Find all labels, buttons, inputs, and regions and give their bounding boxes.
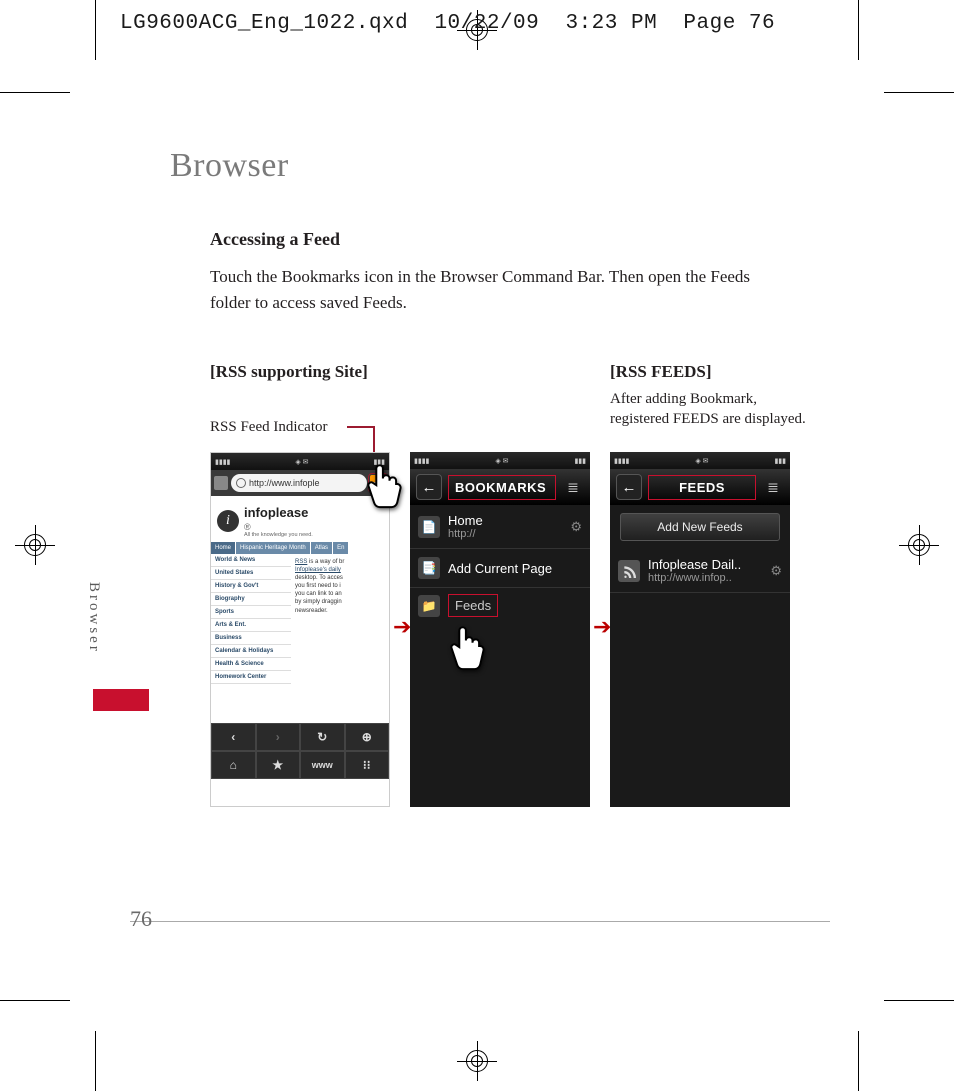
nav-item[interactable]: World & News: [211, 554, 291, 567]
reload-button[interactable]: ↻: [300, 723, 345, 751]
gear-icon[interactable]: ⚙: [770, 563, 782, 579]
arrow-icon: ➔: [393, 614, 411, 640]
rss-feed-indicator-icon[interactable]: [370, 475, 386, 491]
crop-mark: [858, 0, 859, 60]
page-icon: 📄: [418, 516, 440, 538]
site-tab[interactable]: Atlas: [311, 542, 333, 554]
bookmarks-header: ← BOOKMARKS ≣: [410, 469, 590, 505]
status-bar: ▮▮▮▮◈ ✉▮▮▮: [610, 452, 790, 469]
url-text: http://www.infople: [249, 478, 320, 488]
list-view-icon[interactable]: ≣: [562, 476, 584, 498]
home-button[interactable]: ⌂: [211, 751, 256, 779]
nav-item[interactable]: Sports: [211, 606, 291, 619]
list-view-icon[interactable]: ≣: [762, 476, 784, 498]
arrow-icon: ➔: [593, 614, 611, 640]
webpage-body: i infoplease® All the knowledge you need…: [211, 496, 389, 779]
feed-title: Infoplease Dail..: [648, 557, 762, 572]
crop-mark: [95, 0, 96, 60]
www-button[interactable]: www: [300, 751, 345, 779]
bookmarks-button[interactable]: ★: [256, 751, 301, 779]
status-bar: ▮▮▮▮◈ ✉▮▮▮: [211, 453, 389, 470]
page-title: Browser: [170, 147, 289, 185]
back-button[interactable]: ←: [616, 474, 642, 500]
back-button[interactable]: ←: [416, 474, 442, 500]
feeds-label: Feeds: [448, 594, 498, 617]
add-current-page-item[interactable]: 📑 Add Current Page: [410, 549, 590, 588]
status-bar: ▮▮▮▮◈ ✉▮▮▮: [410, 452, 590, 469]
phone-screenshot-browser: ▮▮▮▮◈ ✉▮▮▮ http://www.infople i infoplea…: [210, 452, 390, 807]
bookmark-title: Home: [448, 513, 562, 528]
zoom-button[interactable]: ⊕: [345, 723, 390, 751]
registration-mark-right: [899, 525, 939, 565]
site-tab[interactable]: Home: [211, 542, 236, 554]
infoplease-logo-icon: i: [217, 510, 239, 532]
side-tab-marker: [93, 689, 149, 711]
folder-icon: 📁: [418, 595, 440, 617]
nav-item[interactable]: Arts & Ent.: [211, 619, 291, 632]
site-tabs[interactable]: Home Hispanic Heritage Month Atlas En: [211, 542, 389, 554]
bookmarks-title: BOOKMARKS: [448, 475, 556, 500]
browser-command-bar: ‹ › ↻ ⊕ ⌂ ★ www ⁝⁝: [211, 723, 389, 779]
item-label: Add Current Page: [448, 561, 582, 576]
imposition-header: LG9600ACG_Eng_1022.qxd 10/22/09 3:23 PM …: [120, 12, 775, 35]
add-new-feeds-button[interactable]: Add New Feeds: [620, 513, 780, 541]
crop-mark: [95, 1031, 96, 1091]
article-text: RSS is a way of br Infoplease's daily de…: [291, 554, 389, 684]
registration-mark-bottom: [457, 1041, 497, 1081]
page-footer-rule: 76: [130, 921, 830, 922]
infoplease-logo-text: infoplease® All the knowledge you need.: [244, 504, 313, 538]
bookmark-url: http://: [448, 528, 562, 540]
callout-line: [347, 426, 374, 428]
site-nav: World & News United States History & Gov…: [211, 554, 291, 684]
feeds-title: FEEDS: [648, 475, 756, 500]
nav-item[interactable]: Biography: [211, 593, 291, 606]
tabs-icon[interactable]: [214, 476, 228, 490]
nav-item[interactable]: History & Gov't: [211, 580, 291, 593]
page-number: 76: [130, 906, 152, 932]
figure-label-left: [RSS supporting Site]: [210, 362, 368, 382]
side-tab-label: Browser: [85, 582, 102, 654]
crop-mark: [858, 1031, 859, 1091]
body-text: Touch the Bookmarks icon in the Browser …: [210, 264, 790, 317]
site-tab[interactable]: En: [333, 542, 349, 554]
browser-url-bar: http://www.infople: [211, 470, 389, 496]
section-title: Accessing a Feed: [210, 229, 340, 250]
figure-caption-right: After adding Bookmark, registered FEEDS …: [610, 389, 810, 430]
more-button[interactable]: ⁝⁝: [345, 751, 390, 779]
feeds-header: ← FEEDS ≣: [610, 469, 790, 505]
phone-screenshot-feeds: ▮▮▮▮◈ ✉▮▮▮ ← FEEDS ≣ Add New Feeds Infop…: [610, 452, 790, 807]
phone-screenshot-bookmarks: ▮▮▮▮◈ ✉▮▮▮ ← BOOKMARKS ≣ 📄 Home http:// …: [410, 452, 590, 807]
rss-link[interactable]: RSS: [295, 559, 307, 565]
nav-item[interactable]: Calendar & Holidays: [211, 645, 291, 658]
nav-item[interactable]: Homework Center: [211, 671, 291, 684]
registration-mark-left: [15, 525, 55, 565]
globe-icon: [236, 478, 246, 488]
figure-label-right: [RSS FEEDS]: [610, 362, 712, 382]
url-field[interactable]: http://www.infople: [231, 474, 367, 492]
nav-item[interactable]: Business: [211, 632, 291, 645]
bookmark-item-home[interactable]: 📄 Home http:// ⚙: [410, 505, 590, 549]
feeds-folder-item[interactable]: 📁 Feeds: [410, 588, 590, 623]
nav-item[interactable]: United States: [211, 567, 291, 580]
feed-url: http://www.infop..: [648, 572, 762, 584]
add-page-icon: 📑: [418, 557, 440, 579]
feed-item[interactable]: Infoplease Dail.. http://www.infop.. ⚙: [610, 549, 790, 593]
back-button[interactable]: ‹: [211, 723, 256, 751]
crop-mark: [884, 92, 954, 93]
figure-caption-left: RSS Feed Indicator: [210, 419, 328, 436]
site-tab[interactable]: Hispanic Heritage Month: [236, 542, 311, 554]
gear-icon[interactable]: ⚙: [570, 519, 582, 535]
crop-mark: [0, 92, 70, 93]
page-frame: Browser Accessing a Feed Touch the Bookm…: [130, 92, 830, 942]
crop-mark: [884, 1000, 954, 1001]
crop-mark: [0, 1000, 70, 1001]
nav-item[interactable]: Health & Science: [211, 658, 291, 671]
forward-button[interactable]: ›: [256, 723, 301, 751]
rss-icon: [618, 560, 640, 582]
